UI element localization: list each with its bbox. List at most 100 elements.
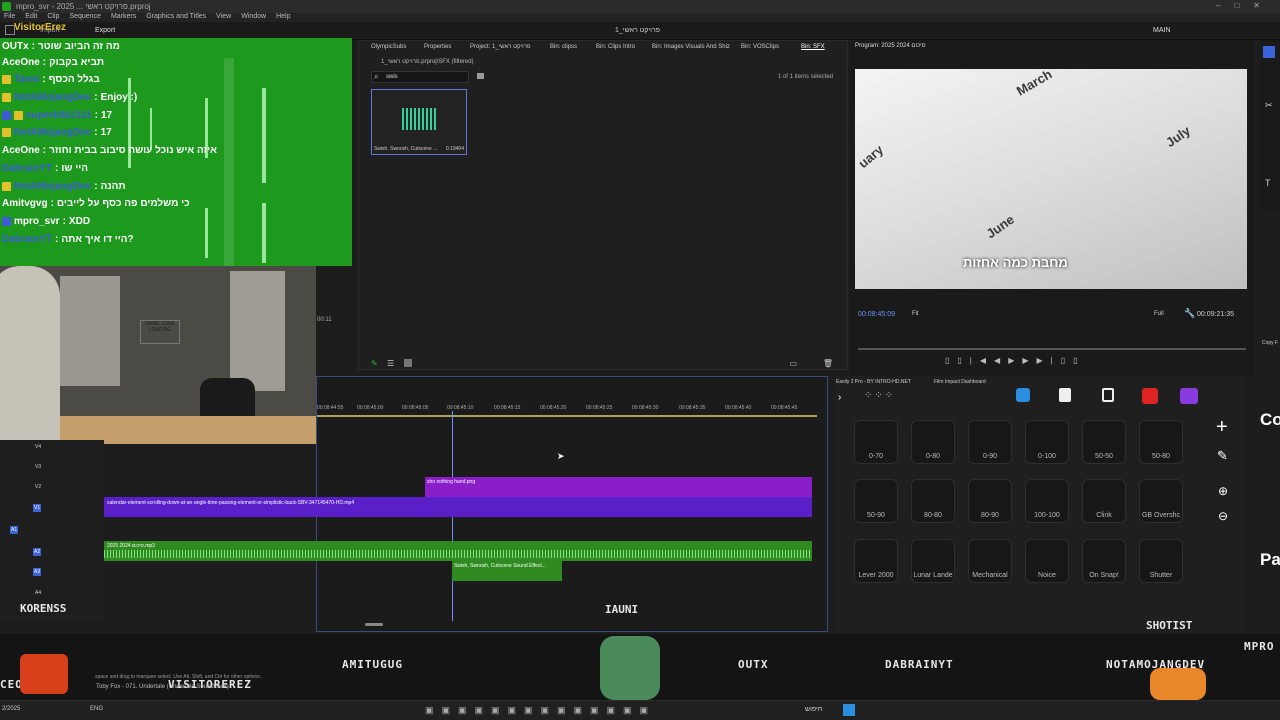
menu-view[interactable]: View: [216, 13, 231, 22]
pencil-icon[interactable]: ✎: [371, 359, 378, 368]
plugin-blue-icon[interactable]: [1016, 388, 1030, 402]
stream-chat-overlay: OUTx: מה זה הביוב שוטר AceOne: תביא בקבו…: [0, 38, 352, 266]
track-label-a1[interactable]: A1: [10, 526, 19, 534]
chat-message: Enjoy :): [100, 91, 138, 103]
tab-easily-pro[interactable]: Easily 2 Pro - BY INTRO-HD.NET: [836, 379, 911, 385]
start-icon[interactable]: [843, 704, 855, 716]
menu-sequence[interactable]: Sequence: [69, 13, 101, 22]
razor-tool-icon[interactable]: ✂: [1265, 100, 1273, 111]
program-scrubber[interactable]: [858, 348, 1246, 350]
sub-badge-icon: [2, 92, 11, 102]
app-icons[interactable]: ▣▣▣▣▣▣▣▣▣▣▣▣▣▣: [425, 705, 656, 716]
source-timestamp: 00:11: [317, 317, 332, 323]
chat-line: DabrainYT: היי דו איך אתה?: [2, 233, 134, 245]
track-label-v1[interactable]: V1: [33, 504, 42, 512]
menu-edit[interactable]: Edit: [25, 13, 37, 22]
delete-icon[interactable]: [1142, 388, 1158, 404]
fit-dropdown[interactable]: Fit: [912, 311, 919, 317]
ruler-tick: 00:08:44:55: [317, 405, 344, 411]
tab-bin-vosclips[interactable]: Bin: VOSClips: [741, 44, 779, 50]
chat-username: Amitvgvg: [2, 197, 48, 209]
menu-file[interactable]: File: [4, 13, 15, 22]
tab-bin-sfx[interactable]: Bin: SFX: [801, 44, 825, 50]
menu-graphics[interactable]: Graphics and Titles: [146, 13, 206, 22]
search-icon: ⌕: [374, 72, 379, 81]
chat-line: NotAMojangDev: תהנה: [2, 178, 126, 194]
clip-a1-music-mp3[interactable]: 2025 סיכום 2024.mp3: [104, 541, 812, 561]
tab-project[interactable]: Project: 1_פרויקט ראשי: [470, 44, 531, 50]
ruler-tick: 00:08:45:35: [679, 405, 706, 411]
window-frame: [230, 271, 285, 391]
tab-bin-clipss[interactable]: Bin: clipss: [550, 44, 577, 50]
preset-label: 100-100: [1034, 512, 1060, 519]
keyboard-language[interactable]: ENG: [90, 706, 103, 712]
preset-label: 0-80: [925, 453, 940, 460]
chat-username: mpro_svr: [14, 215, 60, 227]
preset-label: Shutter: [1149, 572, 1173, 579]
sequence-title: פרויקט ראשי_1: [615, 27, 661, 34]
quality-dropdown[interactable]: Full: [1154, 311, 1164, 317]
tab-bin-clips-intro[interactable]: Bin: Clips Intro: [596, 44, 635, 50]
preset-label: 50-90: [867, 512, 885, 519]
transport-controls[interactable]: ▯▯|◀◀▶▶▶|▯▯: [945, 356, 1205, 366]
sub-badge-icon: [2, 127, 11, 137]
selection-tool-icon[interactable]: [1263, 46, 1275, 58]
ruler-tick: 00:08:45:05: [402, 405, 429, 411]
chat-line: NotAMojangDev: Enjoy :): [2, 89, 137, 105]
app-logo-icon: [2, 2, 11, 11]
edit-preset-icon[interactable]: ✎: [1217, 448, 1228, 464]
tab-bin-images[interactable]: Bin: Images Visuals And Shiz: [652, 44, 730, 50]
new-bin-icon[interactable]: [477, 73, 484, 79]
main-workspace-label[interactable]: MAIN: [1153, 27, 1171, 34]
tab-properties[interactable]: Properties: [424, 44, 451, 50]
text-tool-icon[interactable]: T: [1265, 178, 1271, 188]
menu-window[interactable]: Window: [241, 13, 266, 22]
chat-header-user: VisitorErez: [14, 22, 67, 33]
clipboard-icon[interactable]: [1102, 388, 1114, 402]
chat-message: 17: [100, 126, 112, 138]
forward-icon[interactable]: [1180, 388, 1198, 404]
now-playing-ticker: Toby Fox - 071. Undertale (Undertale Sou…: [96, 684, 229, 690]
chat-username: Tavni: [14, 73, 40, 85]
track-label-v2[interactable]: V2: [35, 484, 41, 490]
track-label-a3[interactable]: A3: [33, 568, 42, 576]
wall-sign: GAME ZONE LOADING: [140, 320, 180, 344]
zoom-out-icon[interactable]: ⊖: [1218, 509, 1228, 523]
new-item-icon[interactable]: ▭: [789, 359, 797, 368]
bin-path: פרויקט ראשי_1.prproj\SFX (filtered): [381, 59, 474, 65]
track-label-a4[interactable]: A4: [35, 590, 41, 596]
menu-help[interactable]: Help: [276, 13, 290, 22]
tab-film-impact[interactable]: Film Impact Dashboard: [934, 379, 986, 385]
ruler-tick: 00:08:45:30: [632, 405, 659, 411]
tab-olympicsubs[interactable]: OlympicSubs: [371, 44, 406, 50]
chat-username: NotAMojangDev: [14, 91, 92, 103]
search-field[interactable]: ⌕ swis: [371, 71, 469, 83]
menu-clip[interactable]: Clip: [47, 13, 59, 22]
clip-v1-calendar-mp4[interactable]: calendar-element-scrolling-down-at-an-an…: [104, 497, 812, 517]
track-label-v3[interactable]: V3: [35, 464, 41, 470]
copy-icon[interactable]: [1059, 388, 1071, 402]
horizontal-scrollbar[interactable]: [365, 623, 383, 626]
add-preset-icon[interactable]: +: [1216, 416, 1228, 439]
track-label-v4[interactable]: V4: [35, 444, 41, 450]
expand-icon[interactable]: ›: [838, 392, 841, 403]
sfx-clip-thumbnail[interactable]: Swish, Swoosh, Cutscene ... 0:19404: [371, 89, 467, 155]
easing-icon[interactable]: ⁘⁘⁘: [864, 390, 895, 401]
menu-markers[interactable]: Markers: [111, 13, 136, 22]
track-label-a2[interactable]: A2: [33, 548, 42, 556]
work-area-bar[interactable]: [317, 415, 817, 417]
preset-label: Noice: [1038, 572, 1056, 579]
clip-a2-swish-sfx[interactable]: Swish, Swoosh, Cutscene Sound Effect...: [452, 561, 562, 581]
calendar-month: July: [1163, 122, 1193, 151]
chat-username: superbibi1111: [26, 109, 92, 121]
icon-view-icon[interactable]: [404, 359, 412, 367]
trash-icon[interactable]: 🗑: [823, 359, 833, 368]
taskbar-search[interactable]: חיפוש: [805, 706, 822, 713]
clip-v2-hand-png[interactable]: sho nothing hand.png: [425, 477, 812, 497]
export-tab[interactable]: Export: [95, 27, 115, 34]
list-view-icon[interactable]: ☰: [387, 359, 394, 368]
window-controls[interactable]: –□✕: [1216, 1, 1274, 10]
zoom-in-icon[interactable]: ⊕: [1218, 484, 1228, 498]
settings-icon[interactable]: 🔧: [1184, 308, 1195, 319]
search-input[interactable]: swis: [386, 74, 398, 80]
